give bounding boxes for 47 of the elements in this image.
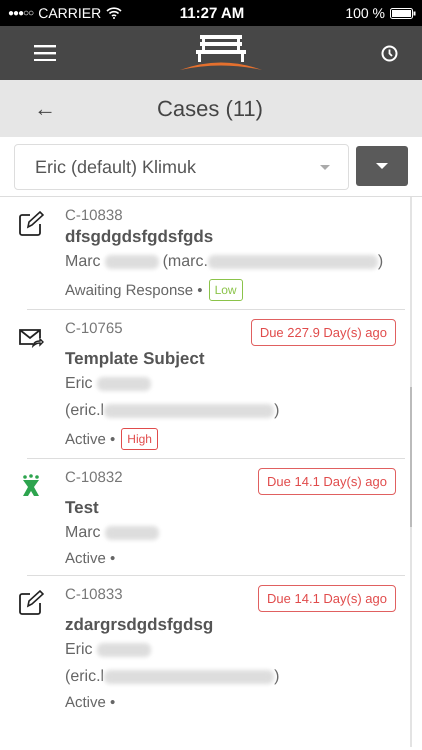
case-id: C-10765	[65, 320, 123, 337]
note-edit-icon	[18, 211, 44, 237]
due-tag: Due 14.1 Day(s) ago	[258, 585, 396, 612]
contact-text: (marc.	[162, 252, 208, 272]
battery-icon	[390, 8, 416, 18]
case-id: C-10838	[65, 207, 123, 224]
contact-text: )	[274, 667, 280, 687]
contact-text: Marc	[65, 523, 101, 543]
due-tag: Due 14.1 Day(s) ago	[258, 468, 396, 495]
redacted-mark	[96, 643, 151, 657]
contact-text: Eric	[65, 374, 93, 394]
case-subject: dfsgdgdsfgdsfgds	[65, 227, 214, 247]
dropdown-button[interactable]	[356, 146, 408, 186]
contact-text: )	[274, 401, 280, 421]
case-status: Active •	[65, 550, 116, 567]
priority-tag: High	[121, 428, 158, 450]
redacted-mark	[96, 377, 151, 391]
contact-text: Marc	[65, 252, 101, 272]
case-status: Active •	[65, 430, 116, 448]
carrier-label: CARRIER	[38, 5, 102, 21]
back-button[interactable]: ←	[32, 96, 58, 122]
priority-tag: Low	[208, 279, 243, 301]
contact-text: (eric.l	[65, 401, 104, 421]
assignee-select[interactable]: Eric (default) Klimuk	[14, 144, 349, 190]
contact-text: )	[378, 252, 384, 272]
case-status: Awaiting Response •	[65, 282, 203, 298]
case-subject: zdargrsdgdsfgdsg	[65, 615, 214, 635]
contact-text: Eric	[65, 640, 93, 660]
history-button[interactable]	[381, 44, 398, 62]
case-id: C-10833	[65, 586, 123, 603]
signal-strength: ●●●○○	[8, 8, 34, 18]
case-id: C-10832	[65, 469, 123, 486]
clock-time: 11:27 AM	[180, 4, 244, 22]
redacted-mark	[104, 526, 159, 540]
page-title: Cases (11)	[156, 96, 264, 122]
redacted-mark	[104, 255, 159, 269]
case-subject: Template Subject	[65, 349, 206, 369]
case-status: Active •	[65, 694, 116, 711]
caret-icon	[376, 163, 388, 169]
due-tag: Due 227.9 Day(s) ago	[250, 319, 396, 346]
note-edit-icon	[18, 590, 44, 616]
wifi-icon	[106, 7, 122, 19]
battery-percent: 100 %	[345, 5, 386, 21]
contact-text: (eric.l	[65, 667, 104, 687]
caret-icon	[320, 164, 330, 170]
case-subject: Test	[65, 498, 100, 518]
scroll-thumb[interactable]	[410, 387, 412, 527]
